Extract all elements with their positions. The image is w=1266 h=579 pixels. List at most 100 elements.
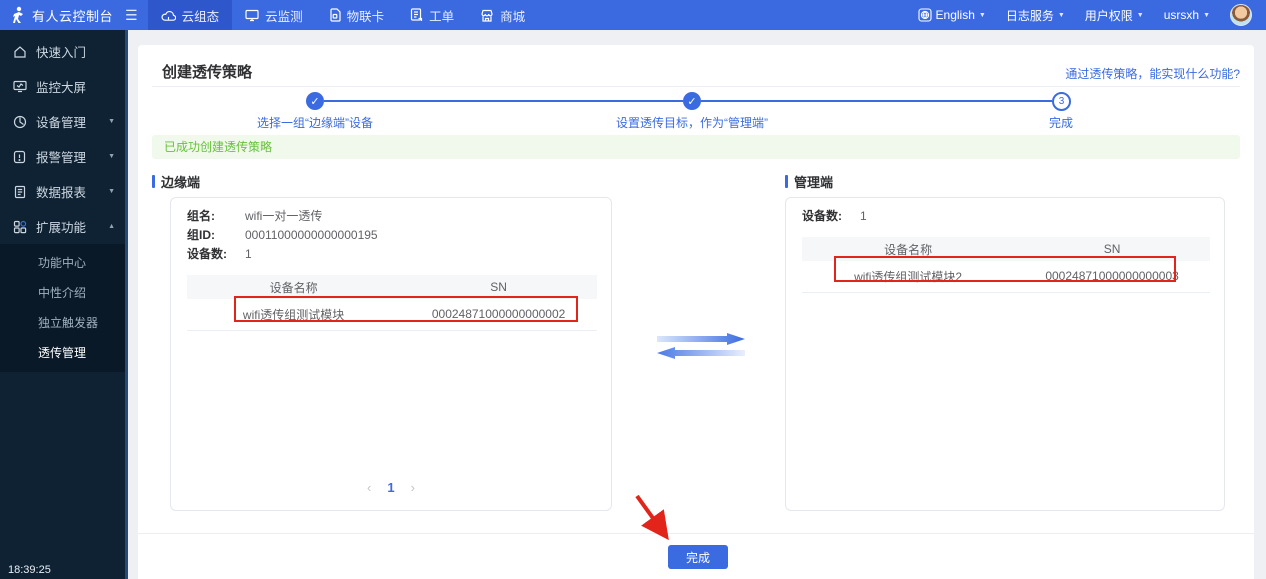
column-header-device-name: 设备名称 — [187, 275, 400, 299]
chevron-down-icon: ▼ — [1137, 12, 1144, 19]
pagination-next-icon[interactable]: › — [411, 480, 415, 495]
topnav-label: 物联卡 — [347, 6, 385, 25]
sidebar-subitem-neutral-intro[interactable]: 中性介绍 — [0, 278, 125, 308]
sidebar-subitem-independent-trigger[interactable]: 独立触发器 — [0, 308, 125, 338]
device-name-cell: wifi透传组测试模块 — [187, 299, 400, 330]
user-avatar[interactable] — [1230, 4, 1252, 26]
home-icon — [12, 45, 27, 59]
account-menu[interactable]: usrsxh ▼ — [1164, 8, 1210, 22]
work-order-icon — [410, 8, 423, 22]
sidebar-submenu-extensions: 功能中心 中性介绍 独立触发器 透传管理 — [0, 244, 125, 372]
topnav-work-order[interactable]: 工单 — [397, 0, 467, 30]
storefront-icon — [480, 9, 494, 22]
topbar: 有人云控制台 ☰ 云组态 云监测 物联卡 — [0, 0, 1266, 30]
cloud-icon — [161, 9, 176, 22]
app-logo[interactable]: 有人云控制台 — [0, 6, 121, 25]
sidebar-item-label: 扩展功能 — [36, 217, 86, 236]
step-1-circle-done: ✓ — [306, 92, 324, 110]
report-icon — [12, 185, 27, 199]
group-name-value: wifi一对一透传 — [245, 207, 322, 224]
top-navigation: 云组态 云监测 物联卡 工单 — [148, 0, 539, 30]
sidebar-subitem-function-center[interactable]: 功能中心 — [0, 248, 125, 278]
chevron-down-icon: ▼ — [108, 118, 115, 125]
group-id-label: 组ID: — [187, 226, 235, 243]
column-header-sn: SN — [400, 275, 597, 299]
sidebar-item-extensions[interactable]: 扩展功能 ▲ — [0, 209, 125, 244]
log-service-menu[interactable]: 日志服务 ▼ — [1006, 7, 1065, 24]
chevron-down-icon: ▼ — [108, 153, 115, 160]
table-row: wifi透传组测试模块2 00024871000000000003 — [802, 261, 1210, 292]
edge-section-title: 边缘端 — [152, 172, 200, 191]
device-count-row: 设备数: 1 — [802, 198, 1224, 225]
topnav-label: 云监测 — [265, 6, 303, 25]
pagination: ‹ 1 › — [171, 480, 611, 495]
device-count-value: 1 — [245, 247, 252, 261]
device-count-value: 1 — [860, 209, 867, 223]
monitor-icon — [245, 9, 259, 22]
pagination-page-1[interactable]: 1 — [387, 480, 394, 495]
section-label: 管理端 — [794, 172, 833, 191]
sidebar-item-monitor-screen[interactable]: 监控大屏 — [0, 69, 125, 104]
check-icon: ✓ — [687, 95, 696, 108]
edge-device-table: 设备名称 SN wifi透传组测试模块 00024871000000000002 — [187, 275, 597, 331]
hamburger-menu-icon[interactable]: ☰ — [125, 0, 138, 30]
sidebar-item-label: 设备管理 — [36, 112, 86, 131]
topnav-cloud-scada[interactable]: 云组态 — [148, 0, 233, 30]
topnav-iot-card[interactable]: 物联卡 — [316, 0, 398, 30]
device-sn-cell: 00024871000000000003 — [1014, 261, 1210, 292]
topnav-label: 商城 — [500, 6, 525, 25]
app-title: 有人云控制台 — [32, 6, 113, 25]
step-number: 3 — [1059, 96, 1065, 107]
step-connector — [324, 100, 683, 102]
section-label: 边缘端 — [161, 172, 200, 191]
check-icon: ✓ — [310, 95, 319, 108]
group-id-row: 组ID: 00011000000000000195 — [187, 225, 611, 244]
title-divider — [152, 86, 1240, 87]
big-screen-icon — [12, 80, 27, 93]
language-select[interactable]: English ▼ — [918, 8, 986, 22]
brand-person-icon — [10, 6, 26, 24]
footer-divider — [138, 533, 1254, 534]
step-connector — [701, 100, 1052, 102]
username-label: usrsxh — [1164, 8, 1199, 22]
table-header-row: 设备名称 SN — [802, 237, 1210, 261]
device-count-row: 设备数: 1 — [187, 244, 611, 263]
manage-device-panel: 设备数: 1 设备名称 SN wifi透传组测试模块2 000248710000… — [785, 197, 1225, 511]
chevron-down-icon: ▼ — [1203, 12, 1210, 19]
column-header-sn: SN — [1014, 237, 1210, 261]
sidebar-item-label: 快速入门 — [36, 42, 86, 61]
user-permission-menu[interactable]: 用户权限 ▼ — [1085, 7, 1144, 24]
log-service-label: 日志服务 — [1006, 7, 1054, 24]
globe-icon — [918, 8, 932, 22]
group-name-label: 组名: — [187, 207, 235, 224]
user-permission-label: 用户权限 — [1085, 7, 1133, 24]
sidebar-item-data-report[interactable]: 数据报表 ▼ — [0, 174, 125, 209]
help-link[interactable]: 通过透传策略，能实现什么功能? — [1065, 65, 1240, 82]
column-header-device-name: 设备名称 — [802, 237, 1014, 261]
sidebar-item-label: 报警管理 — [36, 147, 86, 166]
table-row: wifi透传组测试模块 00024871000000000002 — [187, 299, 597, 330]
sidebar-edge-strip — [125, 30, 128, 579]
step-3-label: 完成 — [931, 114, 1191, 131]
topnav-label: 工单 — [429, 6, 454, 25]
sidebar-item-quick-start[interactable]: 快速入门 — [0, 34, 125, 69]
pagination-prev-icon[interactable]: ‹ — [367, 480, 371, 495]
chevron-up-icon: ▲ — [108, 223, 115, 230]
topnav-cloud-monitor[interactable]: 云监测 — [232, 0, 316, 30]
device-count-label: 设备数: — [187, 245, 235, 262]
chevron-down-icon: ▼ — [1058, 12, 1065, 19]
alarm-icon — [12, 150, 27, 164]
language-label: English — [936, 8, 975, 22]
device-count-label: 设备数: — [802, 207, 850, 224]
status-timestamp: 18:39:25 — [8, 564, 51, 576]
section-marker — [152, 175, 155, 188]
extensions-grid-icon — [12, 220, 27, 234]
sidebar-item-device-management[interactable]: 设备管理 ▼ — [0, 104, 125, 139]
sidebar-subitem-passthrough-management[interactable]: 透传管理 — [0, 338, 125, 368]
finish-button[interactable]: 完成 — [668, 545, 728, 569]
sidebar-item-alarm-management[interactable]: 报警管理 ▼ — [0, 139, 125, 174]
topnav-mall[interactable]: 商城 — [467, 0, 538, 30]
page-title: 创建透传策略 — [162, 61, 252, 82]
chevron-down-icon: ▼ — [108, 188, 115, 195]
success-banner: 已成功创建透传策略 — [152, 135, 1240, 159]
